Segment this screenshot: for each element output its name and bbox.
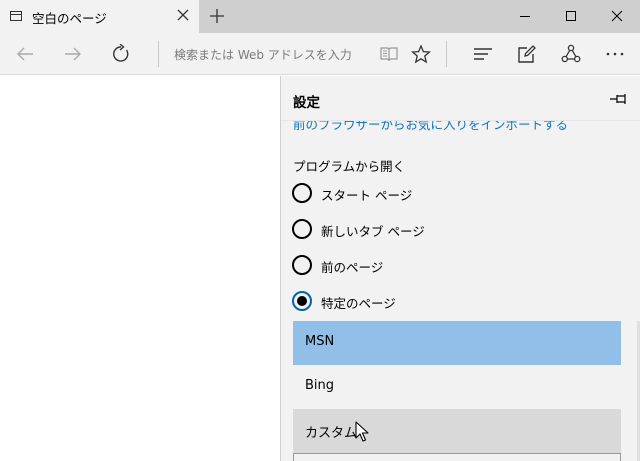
radio-start-page[interactable]: スタート ページ: [292, 182, 592, 206]
minimize-button[interactable]: [502, 0, 548, 33]
mouse-pointer-icon: [355, 421, 369, 443]
page-icon: [10, 11, 22, 21]
radio-button[interactable]: [292, 255, 312, 275]
dropdown-option-label: MSN: [305, 334, 335, 349]
more-actions-icon[interactable]: [594, 33, 636, 75]
dropdown-option-msn[interactable]: MSN: [293, 321, 621, 365]
refresh-icon[interactable]: [100, 33, 142, 75]
dropdown-option-bing[interactable]: Bing: [293, 365, 621, 409]
page-content: [0, 76, 280, 461]
address-separator: [158, 41, 159, 67]
favorite-star-icon[interactable]: [400, 33, 442, 75]
dropdown-option-custom[interactable]: カスタム: [293, 409, 621, 453]
back-arrow-icon[interactable]: [4, 33, 46, 75]
radio-specific-page[interactable]: 特定のページ: [292, 290, 592, 314]
hub-icon[interactable]: [462, 33, 504, 75]
title-bar: 空白のページ: [0, 0, 640, 33]
close-window-button[interactable]: [594, 0, 640, 33]
web-note-icon[interactable]: [506, 33, 548, 75]
radio-new-tab-page[interactable]: 新しいタブ ページ: [292, 218, 592, 242]
settings-title: 設定: [293, 91, 324, 111]
settings-pane: 前のブラウザーからお気に入りをインポートする 設定 プログラムから開く スタート…: [280, 76, 640, 461]
radio-button[interactable]: [292, 183, 312, 203]
pin-icon[interactable]: [609, 90, 631, 108]
radio-label: 前のページ: [321, 260, 384, 275]
tab-blank-page[interactable]: 空白のページ: [0, 0, 199, 33]
radio-button-selected[interactable]: [292, 291, 312, 311]
forward-arrow-icon[interactable]: [52, 33, 94, 75]
dropdown-option-label: カスタム: [305, 426, 358, 441]
radio-label: スタート ページ: [321, 188, 413, 203]
close-tab-icon[interactable]: [174, 6, 192, 24]
pane-header-divider: [281, 120, 640, 121]
import-favorites-link[interactable]: 前のブラウザーからお気に入りをインポートする: [293, 121, 568, 133]
address-input[interactable]: 検索または Web アドレスを入力: [166, 39, 372, 69]
radio-button[interactable]: [292, 219, 312, 239]
toolbar-separator: [446, 41, 447, 67]
share-icon[interactable]: [550, 33, 592, 75]
open-with-label: プログラムから開く: [293, 159, 406, 174]
radio-label: 特定のページ: [321, 296, 396, 311]
maximize-button[interactable]: [548, 0, 594, 33]
url-input-edge[interactable]: [293, 453, 621, 461]
tab-title: 空白のページ: [32, 11, 107, 26]
new-tab-icon[interactable]: [206, 5, 228, 27]
radio-label: 新しいタブ ページ: [321, 224, 425, 239]
radio-previous-pages[interactable]: 前のページ: [292, 254, 592, 278]
navigation-bar: 検索または Web アドレスを入力: [0, 33, 640, 75]
address-placeholder: 検索または Web アドレスを入力: [174, 48, 352, 62]
dropdown-option-label: Bing: [305, 378, 335, 393]
